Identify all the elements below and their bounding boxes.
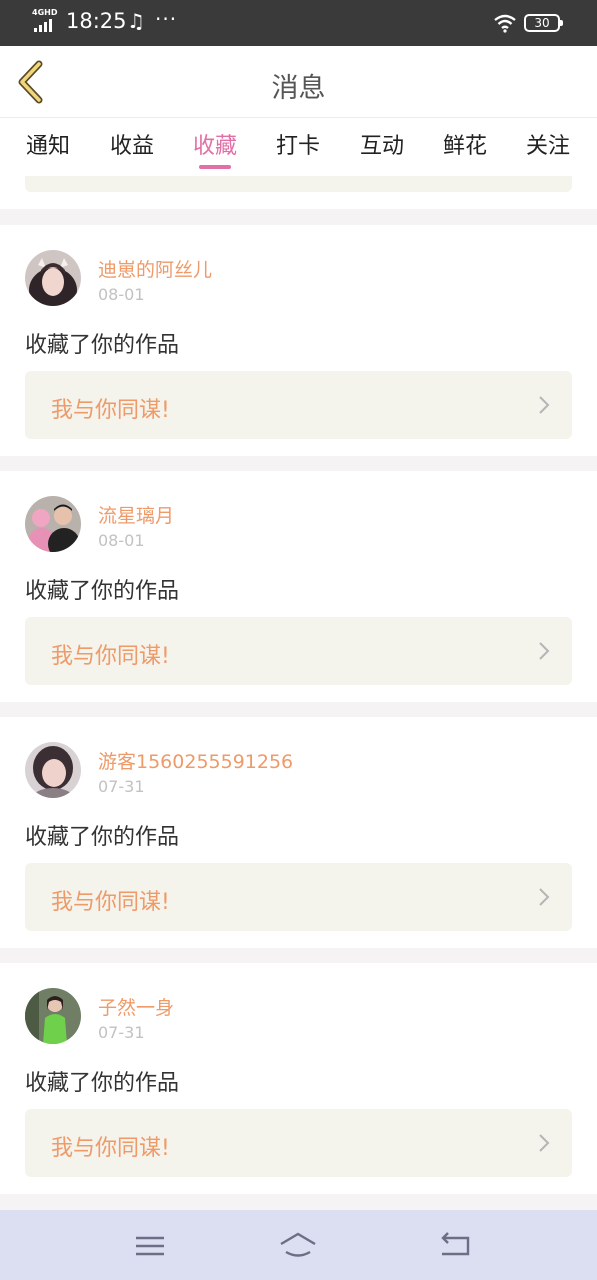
more-notifications-icon: ···	[155, 7, 178, 31]
tab-earnings[interactable]: 收益	[102, 128, 162, 160]
tab-interaction[interactable]: 互动	[352, 128, 412, 160]
battery-icon: 30	[524, 14, 563, 32]
status-bar: 4GHD 18:25 ♫ ··· 30	[0, 0, 597, 46]
tab-favorites[interactable]: 收藏	[185, 128, 245, 160]
message-card-partial	[0, 176, 597, 209]
tab-active-indicator	[199, 165, 231, 169]
message-action: 收藏了你的作品	[25, 579, 180, 604]
message-date: 08-01	[98, 531, 145, 550]
message-action: 收藏了你的作品	[25, 333, 180, 358]
signal-icon: 4GHD	[32, 8, 58, 34]
avatar[interactable]	[25, 496, 81, 552]
username[interactable]: 子然一身	[98, 993, 174, 1020]
home-icon[interactable]	[278, 1230, 318, 1262]
chevron-right-icon	[539, 642, 550, 660]
work-title: 我与你同谋!	[51, 398, 170, 423]
status-time: 18:25	[66, 9, 127, 33]
avatar[interactable]	[25, 988, 81, 1044]
work-link[interactable]: 我与你同谋!	[25, 371, 572, 439]
username[interactable]: 迪崽的阿丝儿	[98, 255, 212, 282]
wifi-icon	[494, 14, 516, 33]
work-title: 我与你同谋!	[51, 1136, 170, 1161]
username[interactable]: 流星璃月	[98, 501, 174, 528]
chevron-right-icon	[539, 888, 550, 906]
message-date: 07-31	[98, 777, 145, 796]
tab-checkin[interactable]: 打卡	[268, 128, 328, 160]
username[interactable]: 游客1560255591256	[98, 747, 293, 774]
message-date: 07-31	[98, 1023, 145, 1042]
avatar[interactable]	[25, 742, 81, 798]
message-card: 流星璃月 08-01 收藏了你的作品 我与你同谋!	[0, 471, 597, 702]
work-link[interactable]: 我与你同谋!	[25, 617, 572, 685]
system-nav-bar	[0, 1210, 597, 1280]
avatar[interactable]	[25, 250, 81, 306]
message-card: 子然一身 07-31 收藏了你的作品 我与你同谋!	[0, 963, 597, 1194]
work-title: 我与你同谋!	[51, 890, 170, 915]
work-link[interactable]: 我与你同谋!	[25, 1109, 572, 1177]
work-title: 我与你同谋!	[51, 644, 170, 669]
tab-notifications[interactable]: 通知	[18, 128, 78, 160]
tab-follow[interactable]: 关注	[518, 128, 578, 160]
nav-bar: 消息	[0, 46, 597, 118]
tiktok-icon: ♫	[127, 9, 145, 33]
tab-flowers[interactable]: 鲜花	[435, 128, 495, 160]
tab-bar: 通知 收益 收藏 打卡 互动 鲜花 关注	[0, 118, 597, 176]
message-action: 收藏了你的作品	[25, 1071, 180, 1096]
message-card: 游客1560255591256 07-31 收藏了你的作品 我与你同谋!	[0, 717, 597, 948]
message-card: 迪崽的阿丝儿 08-01 收藏了你的作品 我与你同谋!	[0, 225, 597, 456]
work-link[interactable]: 我与你同谋!	[25, 863, 572, 931]
back-nav-icon[interactable]	[434, 1230, 474, 1262]
message-date: 08-01	[98, 285, 145, 304]
network-type: 4GHD	[32, 8, 58, 17]
battery-level: 30	[534, 16, 550, 30]
chevron-right-icon	[539, 396, 550, 414]
message-action: 收藏了你的作品	[25, 825, 180, 850]
work-link-partial[interactable]	[25, 176, 572, 192]
menu-icon[interactable]	[130, 1230, 170, 1262]
page-title: 消息	[271, 73, 326, 104]
chevron-right-icon	[539, 1134, 550, 1152]
